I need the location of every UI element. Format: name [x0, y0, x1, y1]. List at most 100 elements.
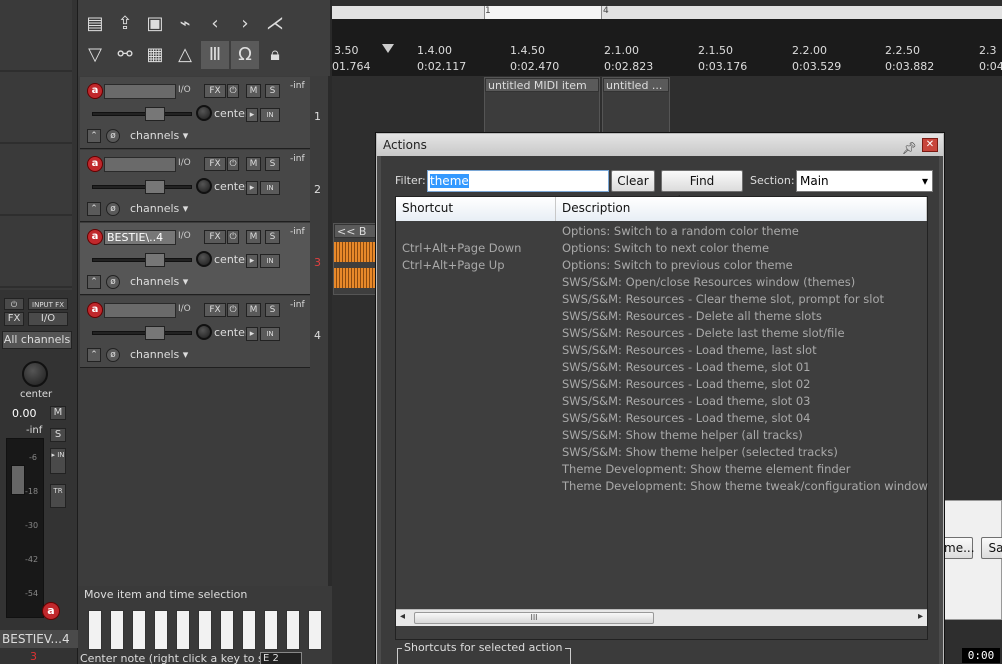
action-row[interactable]: Theme Development: Show theme tweak/conf… [396, 478, 928, 495]
input-fx-button[interactable]: INPUT FX [28, 298, 68, 310]
piano-key[interactable] [264, 610, 278, 650]
collapse-icon[interactable]: ⌃ [87, 129, 101, 143]
action-row[interactable]: Theme Development: Show theme element fi… [396, 461, 927, 478]
region-marker[interactable]: 1 [485, 6, 491, 16]
channels-dropdown[interactable]: channels ▾ [130, 202, 188, 215]
track-row-selected[interactable]: a BESTIE\..4 I/O FX ⏻ M S -inf center ▸ … [80, 223, 321, 295]
action-row[interactable]: SWS/S&M: Show theme helper (all tracks) [396, 427, 927, 444]
track-io-button[interactable]: I/O [178, 231, 191, 241]
track-row[interactable]: a I/O FX ⏻ M S -inf center ▸ IN ⌃ ø chan… [80, 150, 321, 222]
master-io-button[interactable]: I/O [28, 312, 68, 326]
collapse-icon[interactable]: ⌃ [87, 275, 101, 289]
piano-key[interactable] [176, 610, 190, 650]
track-mute-button[interactable]: M [246, 303, 261, 317]
center-note-field[interactable]: E 2 [260, 652, 302, 664]
phase-icon[interactable]: ø [106, 348, 120, 362]
volume-slider-thumb[interactable] [145, 253, 165, 267]
action-row[interactable]: SWS/S&M: Show theme helper (selected tra… [396, 444, 927, 461]
track-name-field[interactable] [104, 303, 176, 318]
grid-icon[interactable]: ▦ [141, 41, 169, 69]
background-button[interactable]: me... [943, 537, 975, 559]
master-fx-button[interactable]: FX [4, 312, 24, 326]
action-row[interactable]: SWS/S&M: Resources - Load theme, slot 02 [396, 376, 927, 393]
scrollbar-thumb[interactable]: III [414, 612, 654, 624]
master-fader-thumb[interactable] [11, 465, 25, 495]
paperclip-icon[interactable]: ⌁ [171, 10, 199, 38]
track-name-field[interactable] [104, 84, 176, 99]
input-monitor-button[interactable]: IN [260, 254, 280, 268]
track-mute-button[interactable]: M [246, 230, 261, 244]
record-arm-icon[interactable]: a [87, 83, 103, 99]
track-fx-button[interactable]: FX [204, 303, 226, 317]
track-fx-button[interactable]: FX [204, 230, 226, 244]
filter-input[interactable]: theme [427, 170, 609, 192]
piano-key[interactable] [242, 610, 256, 650]
action-row[interactable]: SWS/S&M: Resources - Delete last theme s… [396, 325, 927, 342]
chevron-right-icon[interactable]: › [231, 10, 259, 38]
piano-key[interactable] [220, 610, 234, 650]
columns-icon[interactable]: Ⅲ [201, 41, 229, 69]
power-icon[interactable]: ⏻ [227, 157, 239, 171]
close-icon[interactable]: ✕ [922, 138, 938, 152]
region-bar[interactable] [332, 6, 1002, 19]
piano-key[interactable] [88, 610, 102, 650]
export-icon[interactable]: ⇪ [111, 10, 139, 38]
action-row[interactable]: Ctrl+Alt+Page Down Options: Switch to nex… [396, 240, 927, 257]
master-mute-button[interactable]: M [50, 406, 66, 420]
column-header-description[interactable]: Description [556, 197, 927, 221]
input-monitor-button[interactable]: IN [260, 108, 280, 122]
background-button[interactable]: Sa [981, 537, 1002, 559]
action-row[interactable]: SWS/S&M: Resources - Load theme, slot 04 [396, 410, 927, 427]
master-routing-button[interactable]: ▸ IN [50, 448, 66, 474]
find-shortcut-button[interactable]: Find shortcut... [661, 170, 743, 208]
clear-button[interactable]: Clear [611, 170, 655, 192]
ripple-icon[interactable]: ▽ [81, 41, 109, 69]
track-mute-button[interactable]: M [246, 84, 261, 98]
power-icon[interactable]: ⏻ [4, 298, 24, 310]
action-row[interactable]: Options: Switch to a random color theme [396, 223, 927, 240]
metronome-icon[interactable]: ⋌ [261, 10, 289, 38]
piano-key[interactable] [154, 610, 168, 650]
chevron-left-icon[interactable]: ‹ [201, 10, 229, 38]
piano-key[interactable] [110, 610, 124, 650]
track-io-button[interactable]: I/O [178, 304, 191, 314]
action-row[interactable]: SWS/S&M: Resources - Load theme, last sl… [396, 342, 927, 359]
master-pan-knob[interactable] [22, 361, 48, 387]
page-icon[interactable]: ▤ [81, 10, 109, 38]
pan-knob[interactable] [196, 178, 212, 194]
play-icon[interactable]: ▸ [246, 327, 258, 341]
action-row[interactable]: SWS/S&M: Resources - Clear theme slot, p… [396, 291, 927, 308]
record-arm-icon[interactable]: a [42, 602, 60, 620]
input-monitor-button[interactable]: IN [260, 327, 280, 341]
piano-key[interactable] [286, 610, 300, 650]
magnet-icon[interactable]: Ω [231, 41, 259, 69]
timeline-ruler[interactable]: 1 4 3.50 01.764 1.4.00 0:02.117 1.4.50 0… [332, 6, 1002, 76]
action-row[interactable]: Ctrl+Alt+Page Up Options: Switch to previ… [396, 257, 927, 274]
actions-list[interactable]: Shortcut Description Options: Switch to … [395, 196, 928, 640]
volume-slider[interactable] [92, 180, 192, 194]
phase-icon[interactable]: ø [106, 275, 120, 289]
pan-knob[interactable] [196, 105, 212, 121]
scroll-right-icon[interactable]: ▸ [918, 611, 923, 622]
pan-knob[interactable] [196, 251, 212, 267]
master-trim-button[interactable]: TR [50, 484, 66, 508]
volume-slider-thumb[interactable] [145, 180, 165, 194]
track-row[interactable]: a I/O FX ⏻ M S -inf center ▸ IN ⌃ ø chan… [80, 77, 321, 149]
track-solo-button[interactable]: S [265, 84, 280, 98]
track-mute-button[interactable]: M [246, 157, 261, 171]
midi-item[interactable]: untitled MIDI item [484, 77, 600, 133]
phase-icon[interactable]: ø [106, 202, 120, 216]
record-arm-icon[interactable]: a [87, 302, 103, 318]
action-row[interactable]: SWS/S&M: Resources - Delete all theme sl… [396, 308, 927, 325]
power-icon[interactable]: ⏻ [227, 230, 239, 244]
play-icon[interactable]: ▸ [246, 254, 258, 268]
input-monitor-button[interactable]: IN [260, 181, 280, 195]
column-header-shortcut[interactable]: Shortcut [396, 197, 556, 221]
track-fx-button[interactable]: FX [204, 84, 226, 98]
midi-item[interactable]: untitled ... [602, 77, 670, 133]
pan-knob[interactable] [196, 324, 212, 340]
volume-slider[interactable] [92, 253, 192, 267]
record-arm-icon[interactable]: a [87, 156, 103, 172]
track-row[interactable]: a I/O FX ⏻ M S -inf center ▸ IN ⌃ ø chan… [80, 296, 321, 368]
phase-icon[interactable]: ø [106, 129, 120, 143]
